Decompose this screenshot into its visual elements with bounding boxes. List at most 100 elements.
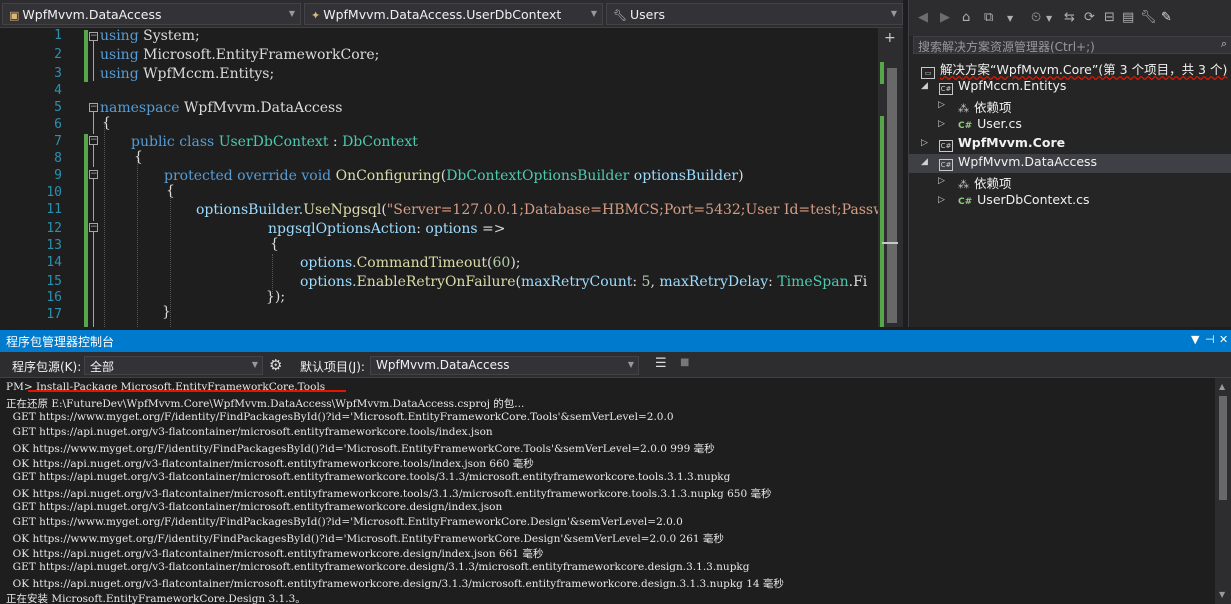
stop-icon[interactable]: ■ <box>680 357 689 368</box>
window-position-icon[interactable]: ▼ <box>1191 333 1199 346</box>
clear-console-icon[interactable]: ☰ <box>655 356 667 371</box>
collapse-icon[interactable]: − <box>89 223 98 232</box>
solution-search-input[interactable]: 搜索解决方案资源管理器(Ctrl+;) ⌕ <box>913 36 1231 54</box>
forward-icon[interactable]: ▶ <box>940 10 950 25</box>
code-text: optionsBuilder. <box>196 202 304 218</box>
switch-views-icon[interactable]: ⧉ <box>984 10 993 25</box>
collapsed-arrow-icon[interactable]: ▷ <box>938 119 945 129</box>
project-dropdown-label: WpfMvvm.DataAccess <box>22 7 162 22</box>
console-line: GET https://www.myget.org/F/identity/Fin… <box>6 516 683 528</box>
split-window-icon[interactable]: + <box>884 30 896 46</box>
type-name: DbContext <box>342 134 418 150</box>
change-indicator <box>84 30 88 82</box>
number-literal: 60 <box>492 255 511 271</box>
pending-changes-icon[interactable]: ⏲ <box>1031 10 1041 25</box>
parameter-name: options <box>425 221 478 237</box>
tree-item-file[interactable]: ▷ C# User.cs <box>921 116 1231 135</box>
solution-explorer: ◀ ▶ ⌂ ⧉ ▼ ⏲ ▼ ⇆ ⟳ ⊟ ▤ 🔧︎ ✎ 搜索解决方案资源管理器(C… <box>908 0 1231 327</box>
chevron-down-icon: ▼ <box>288 9 295 18</box>
settings-icon[interactable]: ⚙ <box>269 356 282 374</box>
tree-item-project[interactable]: ▷ C# WpfMvvm.Core <box>921 135 1231 154</box>
parameter-name: maxRetryDelay <box>659 274 769 290</box>
collapse-icon[interactable]: − <box>89 170 98 179</box>
keyword: void <box>301 168 332 184</box>
outline-line <box>93 145 94 167</box>
chevron-down-icon[interactable]: ▼ <box>1007 14 1013 23</box>
search-icon: ⌕ <box>1220 37 1227 50</box>
close-icon[interactable]: ✕ <box>1219 333 1228 346</box>
code-text-area[interactable]: using System; using Microsoft.EntityFram… <box>100 28 878 327</box>
project-dropdown[interactable]: ▣ WpfMvvm.DataAccess ▼ <box>2 3 301 25</box>
code-line-7: public class UserDbContext : DbContext <box>131 134 418 150</box>
method-name: UseNpgsql <box>303 202 382 218</box>
line-number: 5 <box>54 100 62 115</box>
tree-item-file[interactable]: ▷ C# UserDbContext.cs <box>921 192 1231 211</box>
back-icon[interactable]: ◀ <box>918 10 928 25</box>
type-name: UserDbContext <box>218 134 329 150</box>
chevron-down-icon: ▼ <box>890 9 897 18</box>
scrollbar-thumb[interactable] <box>887 68 897 323</box>
line-number: 9 <box>54 168 62 183</box>
tree-item-project[interactable]: ◢ C# WpfMccm.Entitys <box>921 78 1231 97</box>
collapse-all-icon[interactable]: ⊟ <box>1104 10 1115 25</box>
type-name: TimeSpan <box>777 274 849 290</box>
collapse-icon[interactable]: − <box>89 136 98 145</box>
member-dropdown[interactable]: 🔧︎ Users ▼ <box>606 3 903 25</box>
parameter-name: optionsBuilder <box>629 168 739 184</box>
show-all-files-icon[interactable]: ▤ <box>1122 10 1134 25</box>
console-line: GET https://www.myget.org/F/identity/Fin… <box>6 411 674 423</box>
method-name: EnableRetryOnFailure <box>356 274 516 290</box>
collapse-icon[interactable]: − <box>89 32 98 41</box>
pin-icon[interactable]: ⊣ <box>1205 333 1215 346</box>
line-number: 13 <box>46 238 62 253</box>
code-text: : <box>768 274 778 290</box>
tree-item-label: 依赖项 <box>974 176 1012 191</box>
package-source-value: 全部 <box>90 360 115 374</box>
sync-icon[interactable]: ⇆ <box>1064 10 1075 25</box>
code-line-14: options.CommandTimeout(60); <box>300 255 521 271</box>
parameter-name: npgsqlOptionsAction <box>268 221 417 237</box>
line-number: 6 <box>54 117 62 132</box>
tree-item-label: User.cs <box>977 116 1022 131</box>
class-dropdown[interactable]: ✦ WpfMvvm.DataAccess.UserDbContext ▼ <box>304 3 603 25</box>
expanded-arrow-icon[interactable]: ◢ <box>921 81 928 91</box>
home-icon[interactable]: ⌂ <box>962 10 970 25</box>
dependencies-icon: ⁂ <box>958 178 969 191</box>
method-name: CommandTimeout <box>356 255 488 271</box>
code-editor[interactable]: ▣ WpfMvvm.DataAccess ▼ ✦ WpfMvvm.DataAcces… <box>0 0 903 327</box>
default-project-select[interactable]: WpfMvvm.DataAccess ▼ <box>370 356 639 375</box>
collapsed-arrow-icon[interactable]: ▷ <box>938 195 945 205</box>
console-line: 正在安装 Microsoft.EntityFrameworkCore.Desig… <box>6 593 306 604</box>
tree-item-project-selected[interactable]: ◢ C# WpfMvvm.DataAccess <box>909 154 1231 173</box>
expanded-arrow-icon[interactable]: ◢ <box>921 157 928 167</box>
scroll-up-icon[interactable]: ▲ <box>1219 382 1225 391</box>
code-line-3: using WpfMccm.Entitys; <box>100 66 274 82</box>
code-text: WpfMccm.Entitys; <box>138 66 275 82</box>
code-text: System; <box>138 28 200 44</box>
collapsed-arrow-icon[interactable]: ▷ <box>921 138 928 148</box>
line-number: 8 <box>54 151 62 166</box>
code-text: , <box>650 274 660 290</box>
scroll-down-icon[interactable]: ▼ <box>1219 590 1225 599</box>
tree-item-solution[interactable]: ▭ 解决方案“WpfMvvm.Core”(第 3 个项目，共 3 个) <box>921 59 1231 79</box>
console-vertical-scrollbar[interactable]: ▲ ▼ <box>1215 378 1231 604</box>
tree-item-dependencies[interactable]: ▷ ⁂ 依赖项 <box>921 97 1231 116</box>
code-text: : <box>328 134 343 150</box>
collapsed-arrow-icon[interactable]: ▷ <box>938 100 945 110</box>
keyword: class <box>179 134 215 150</box>
properties-icon[interactable]: ✎ <box>1161 10 1172 25</box>
parameter-name: maxRetryCount <box>520 274 633 290</box>
editor-vertical-scrollbar[interactable]: + <box>878 28 903 327</box>
collapsed-arrow-icon[interactable]: ▷ <box>938 176 945 186</box>
refresh-icon[interactable]: ⟳ <box>1084 10 1095 25</box>
line-number: 16 <box>46 290 62 305</box>
code-text: ); <box>510 255 521 271</box>
code-text: options. <box>300 255 357 271</box>
scrollbar-thumb[interactable] <box>1219 396 1227 500</box>
console-output[interactable]: PM> Install-Package Microsoft.EntityFram… <box>0 378 1215 604</box>
package-source-select[interactable]: 全部 ▼ <box>84 356 263 375</box>
tree-item-dependencies[interactable]: ▷ ⁂ 依赖项 <box>921 173 1231 192</box>
chevron-down-icon[interactable]: ▼ <box>1046 14 1052 23</box>
wrench-icon[interactable]: 🔧︎ <box>1140 10 1157 25</box>
collapse-icon[interactable]: − <box>89 103 98 112</box>
